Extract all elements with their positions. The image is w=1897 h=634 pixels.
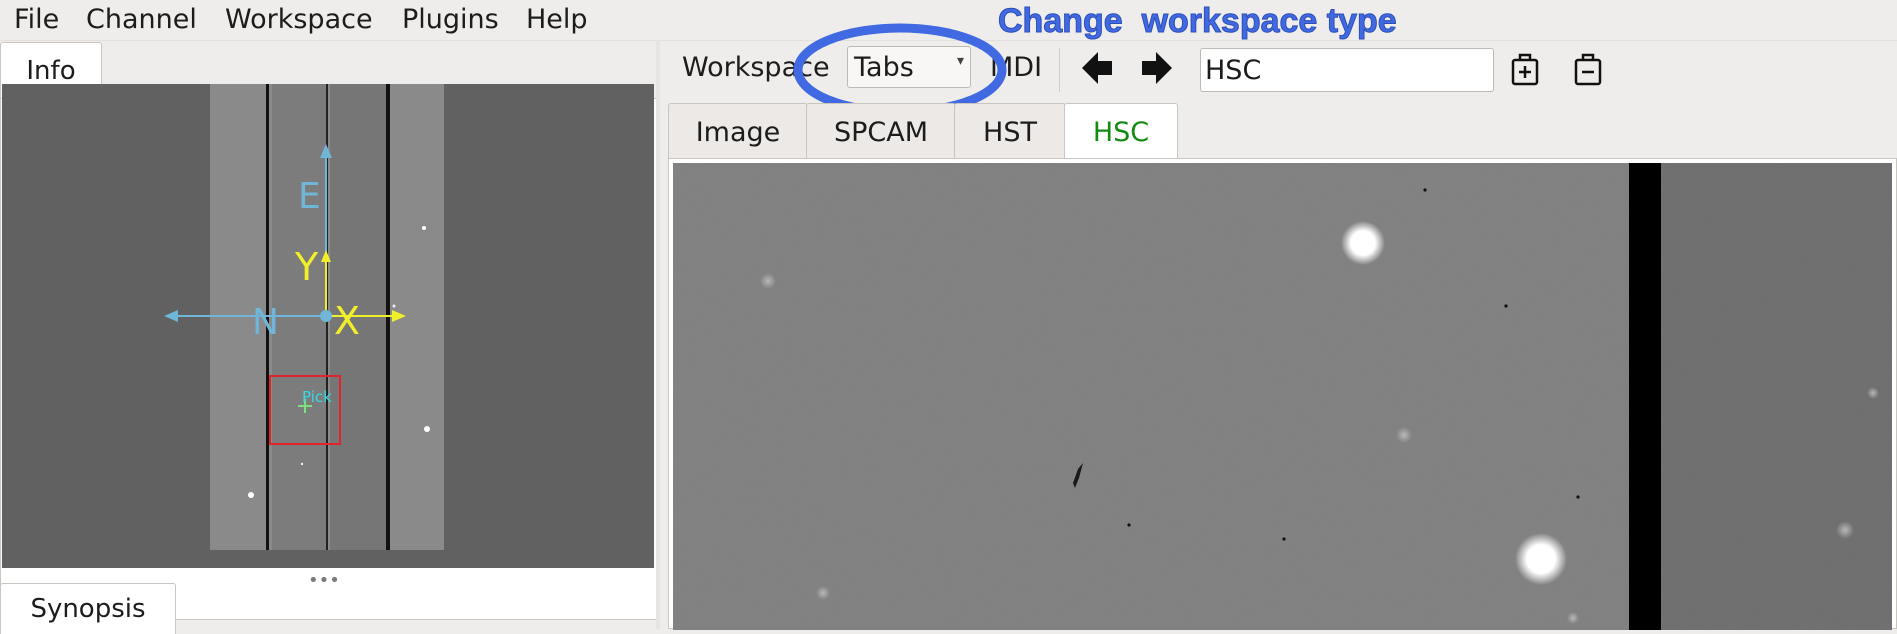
panel-divider[interactable]: [656, 40, 660, 629]
bright-star: [1515, 533, 1567, 585]
channel-tabs: Image SPCAM HST HSC: [668, 103, 1897, 161]
tab-image[interactable]: Image: [668, 103, 808, 160]
faint-star: [1836, 521, 1854, 539]
ccd-gap: [1629, 163, 1661, 630]
splitter-handle[interactable]: •••: [308, 570, 340, 591]
dark-pixel: [1127, 523, 1131, 527]
axis-y-label: Y: [294, 245, 319, 289]
arrow-right-icon[interactable]: [1136, 48, 1176, 88]
arrow-left-icon[interactable]: [1078, 48, 1118, 88]
tab-synopsis[interactable]: Synopsis: [0, 583, 176, 634]
channel-name-input[interactable]: [1200, 48, 1494, 92]
image-noise: [673, 163, 1892, 630]
menu-workspace[interactable]: Workspace: [221, 4, 377, 36]
star: [392, 304, 396, 308]
pick-label: Pick: [302, 388, 332, 406]
menu-plugins[interactable]: Plugins: [398, 4, 503, 36]
compass-origin: [320, 310, 332, 322]
axis-x-label: X: [334, 299, 360, 343]
compass-north-label: N: [252, 302, 279, 343]
faint-star: [1867, 387, 1879, 399]
faint-star: [816, 586, 830, 600]
dark-pixel: [1282, 537, 1286, 541]
add-channel-icon[interactable]: [1505, 48, 1545, 88]
left-panel: Info E N Y X Pick ••• Synopsis: [0, 40, 660, 634]
dark-pixel: [1423, 188, 1427, 192]
star: [422, 226, 426, 230]
faint-star: [1396, 427, 1412, 443]
tab-spcam[interactable]: SPCAM: [806, 103, 956, 160]
delete-channel-icon[interactable]: [1568, 48, 1608, 88]
star: [300, 462, 304, 466]
menu-help[interactable]: Help: [522, 4, 592, 36]
menu-channel[interactable]: Channel: [82, 4, 201, 36]
tab-hst[interactable]: HST: [954, 103, 1066, 160]
menu-file[interactable]: File: [10, 4, 63, 36]
faint-star: [760, 273, 776, 289]
star: [248, 492, 254, 498]
image-viewer-frame: [668, 158, 1897, 630]
toolbar-separator: [1059, 48, 1060, 92]
tab-hsc[interactable]: HSC: [1064, 103, 1178, 161]
annotation-text: Change workspace type: [998, 2, 1398, 41]
compass-east-label: E: [298, 176, 321, 217]
bright-star: [1341, 221, 1385, 265]
faint-star: [1567, 612, 1579, 624]
thumbnail-canvas[interactable]: E N Y X Pick: [2, 84, 654, 568]
star: [424, 426, 430, 432]
dark-pixel: [1576, 495, 1580, 499]
dark-pixel: [1504, 304, 1508, 308]
image-viewer-canvas[interactable]: [673, 163, 1892, 630]
